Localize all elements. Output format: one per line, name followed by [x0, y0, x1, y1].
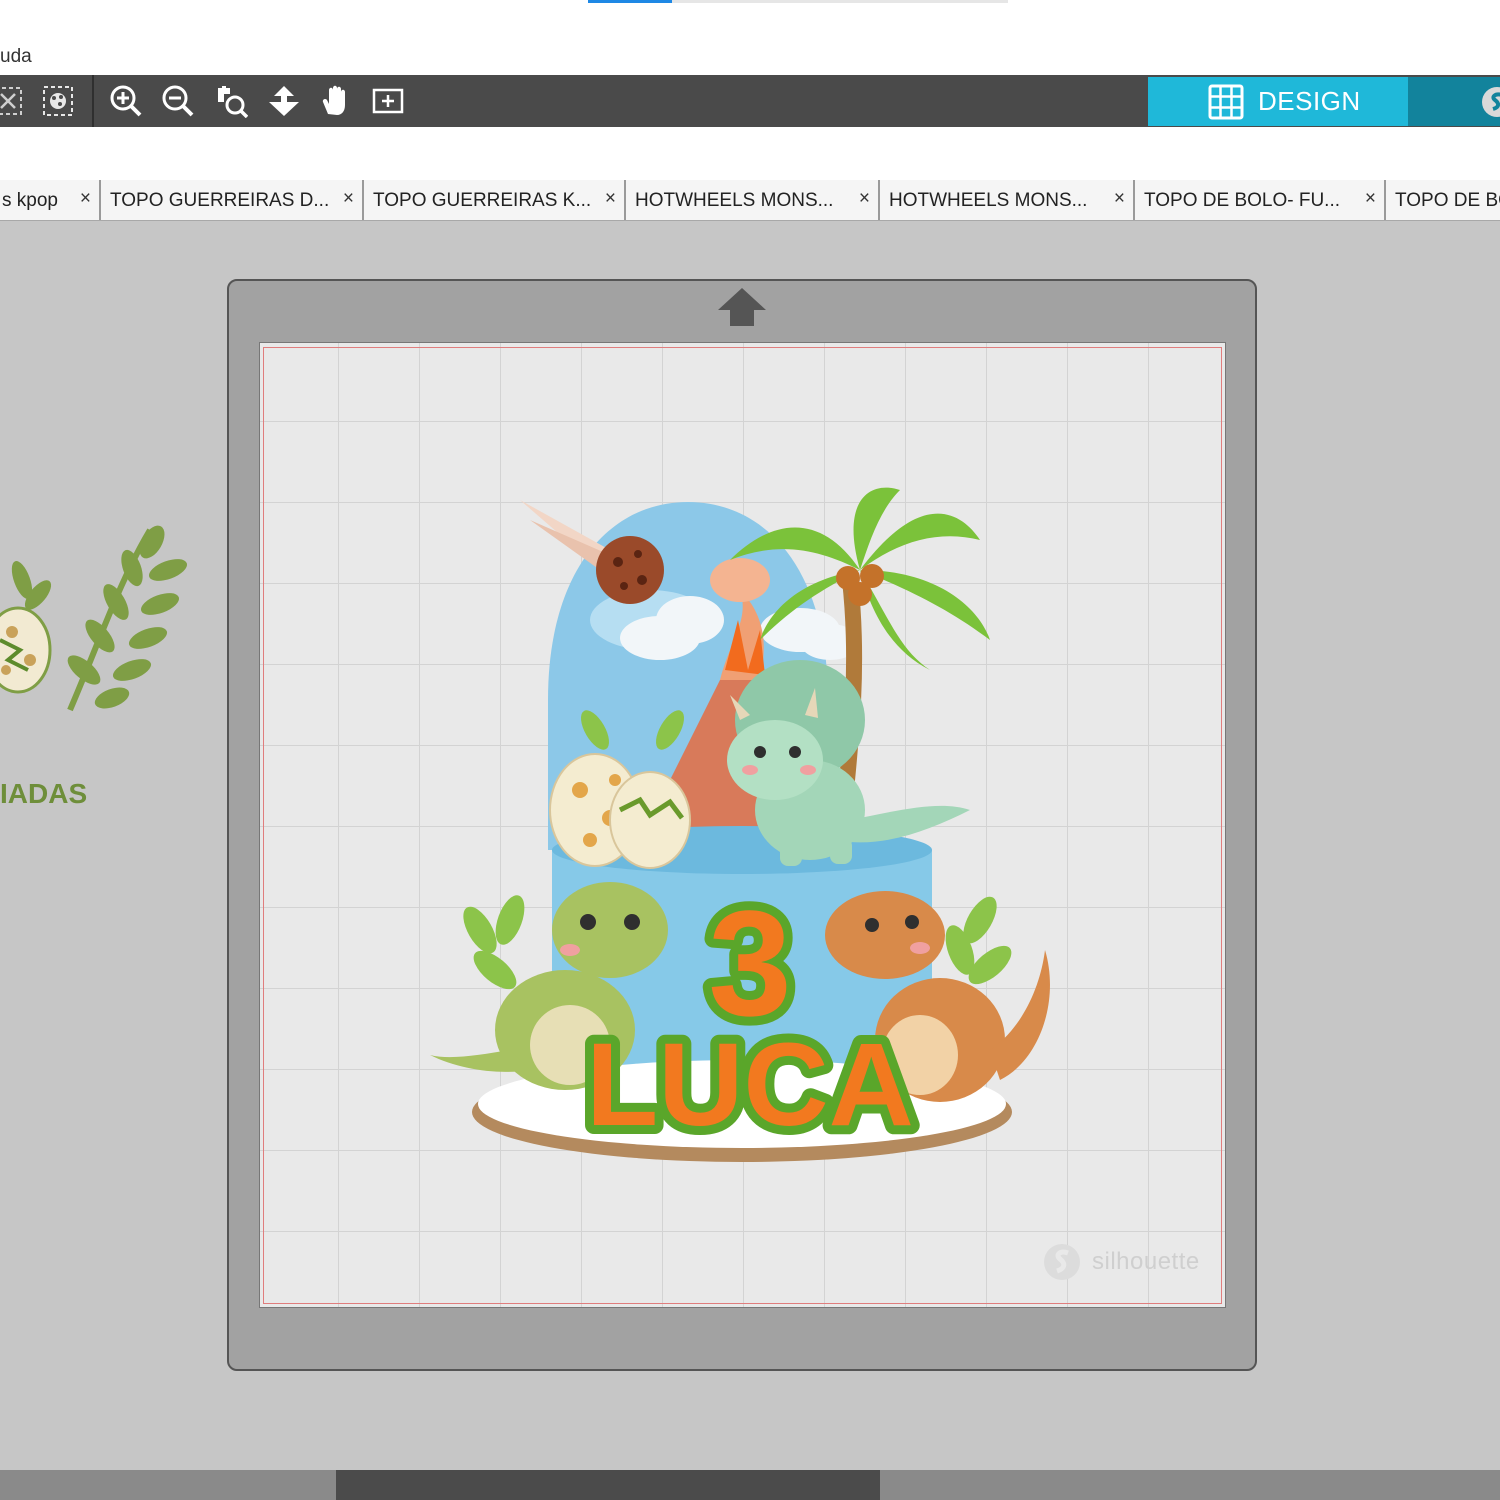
- silhouette-watermark: silhouette: [1042, 1242, 1200, 1282]
- document-tab[interactable]: HOTWHEELS MONS... ×: [879, 180, 1134, 220]
- tab-close-icon[interactable]: ×: [80, 188, 91, 210]
- tab-label: HOTWHEELS MONS...: [889, 190, 1088, 211]
- document-tab[interactable]: s kpop ×: [0, 180, 100, 220]
- menu-item-fragment[interactable]: uda: [0, 46, 32, 68]
- tab-label: s kpop: [2, 190, 58, 211]
- offmat-leaves-egg-graphic[interactable]: [0, 520, 200, 730]
- fit-to-page-icon[interactable]: [368, 81, 408, 121]
- document-tab[interactable]: TOPO GUERREIRAS K... ×: [363, 180, 625, 220]
- feed-direction-arrow-icon: [718, 288, 766, 326]
- scrollbar-thumb[interactable]: [336, 1470, 880, 1500]
- tab-close-icon[interactable]: ×: [1365, 188, 1376, 210]
- toolbar-separator: [92, 75, 94, 127]
- document-tab[interactable]: TOPO DE BOLO- FU... ×: [1134, 180, 1385, 220]
- offmat-text[interactable]: IADAS: [0, 778, 87, 810]
- silhouette-logo-icon: [1482, 87, 1500, 117]
- tab-close-icon[interactable]: ×: [605, 188, 616, 210]
- store-tab-button[interactable]: [1408, 77, 1500, 126]
- toolbar-strip: [0, 127, 1500, 180]
- tab-label: HOTWHEELS MONS...: [635, 190, 834, 211]
- topper-name-fill: LUCA: [586, 1019, 914, 1151]
- document-tab[interactable]: TOPO DE BO: [1385, 180, 1500, 220]
- document-tabs: s kpop × TOPO GUERREIRAS D... × TOPO GUE…: [0, 180, 1500, 221]
- document-tab[interactable]: TOPO GUERREIRAS D... ×: [100, 180, 363, 220]
- tab-close-icon[interactable]: ×: [343, 188, 354, 210]
- cake-topper-artwork[interactable]: 3 3 LUCA LUCA: [420, 470, 1060, 1180]
- loading-bar-fill: [588, 0, 672, 3]
- hand-pan-icon[interactable]: [316, 81, 356, 121]
- design-label: DESIGN: [1258, 86, 1361, 116]
- silhouette-logo-icon: [1044, 1244, 1080, 1280]
- document-tab[interactable]: HOTWHEELS MONS... ×: [625, 180, 879, 220]
- watermark-text: silhouette: [1092, 1248, 1200, 1275]
- horizontal-scrollbar[interactable]: [0, 1470, 1500, 1500]
- deselect-icon[interactable]: [0, 81, 28, 121]
- title-area: uda: [0, 0, 1500, 75]
- design-tab-button[interactable]: DESIGN: [1148, 77, 1408, 126]
- loading-bar: [588, 0, 1008, 3]
- tab-label: TOPO DE BOLO- FU...: [1144, 190, 1341, 211]
- tab-label: TOPO DE BO: [1395, 190, 1500, 211]
- zoom-in-icon[interactable]: [106, 81, 146, 121]
- tab-label: TOPO GUERREIRAS K...: [373, 190, 592, 211]
- zoom-box-icon[interactable]: [211, 81, 251, 121]
- tab-close-icon[interactable]: ×: [859, 188, 870, 210]
- tab-label: TOPO GUERREIRAS D...: [110, 190, 330, 211]
- grid-icon: [1208, 84, 1244, 119]
- select-all-icon[interactable]: [38, 81, 78, 121]
- zoom-out-icon[interactable]: [158, 81, 198, 121]
- tab-close-icon[interactable]: ×: [1114, 188, 1125, 210]
- move-pan-icon[interactable]: [264, 81, 304, 121]
